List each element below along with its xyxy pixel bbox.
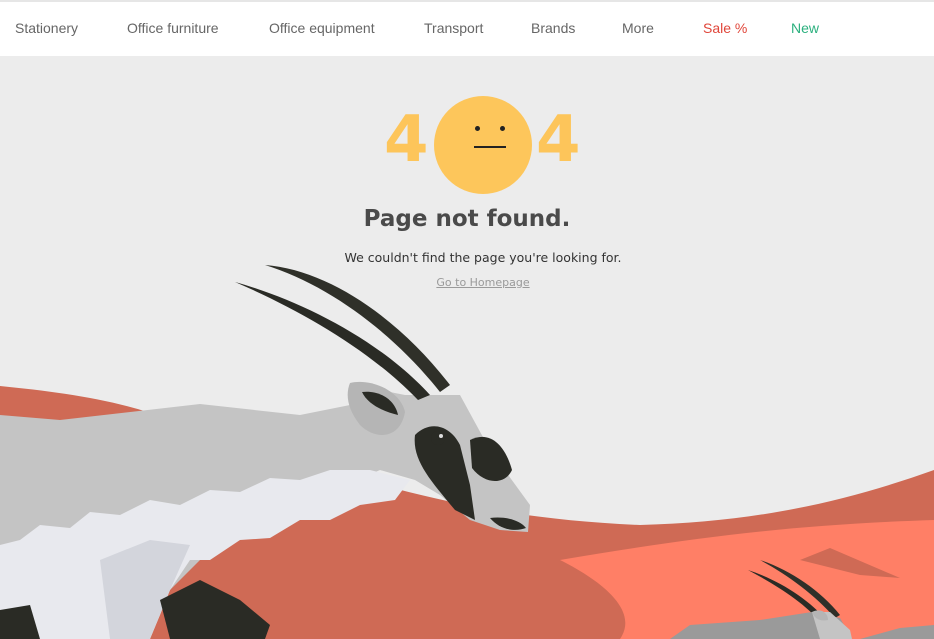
error-digit-left: 4 (384, 103, 429, 177)
neutral-face-icon (434, 96, 532, 194)
error-code-404: 4 4 (384, 96, 584, 194)
oryx-eye (431, 431, 445, 445)
oryx-eye-glint (439, 434, 443, 438)
nav-item-transport[interactable]: Transport (424, 20, 483, 36)
nav-item-new[interactable]: New (791, 20, 819, 36)
page-title: Page not found. (363, 206, 571, 232)
face-eye-left (475, 126, 480, 131)
face-eye-right (500, 126, 505, 131)
nav-item-sale[interactable]: Sale % (703, 20, 747, 36)
nav-item-office-equipment[interactable]: Office equipment (269, 20, 375, 36)
nav-item-more[interactable]: More (622, 20, 654, 36)
nav-item-stationery[interactable]: Stationery (15, 20, 78, 36)
error-digit-right: 4 (536, 103, 581, 177)
face-mouth (474, 146, 506, 148)
nav-item-brands[interactable]: Brands (531, 20, 575, 36)
go-to-homepage-link[interactable]: Go to Homepage (0, 276, 934, 289)
category-nav: Stationery Office furniture Office equip… (0, 2, 934, 56)
nav-item-office-furniture[interactable]: Office furniture (127, 20, 219, 36)
error-message: We couldn't find the page you're looking… (344, 250, 622, 265)
